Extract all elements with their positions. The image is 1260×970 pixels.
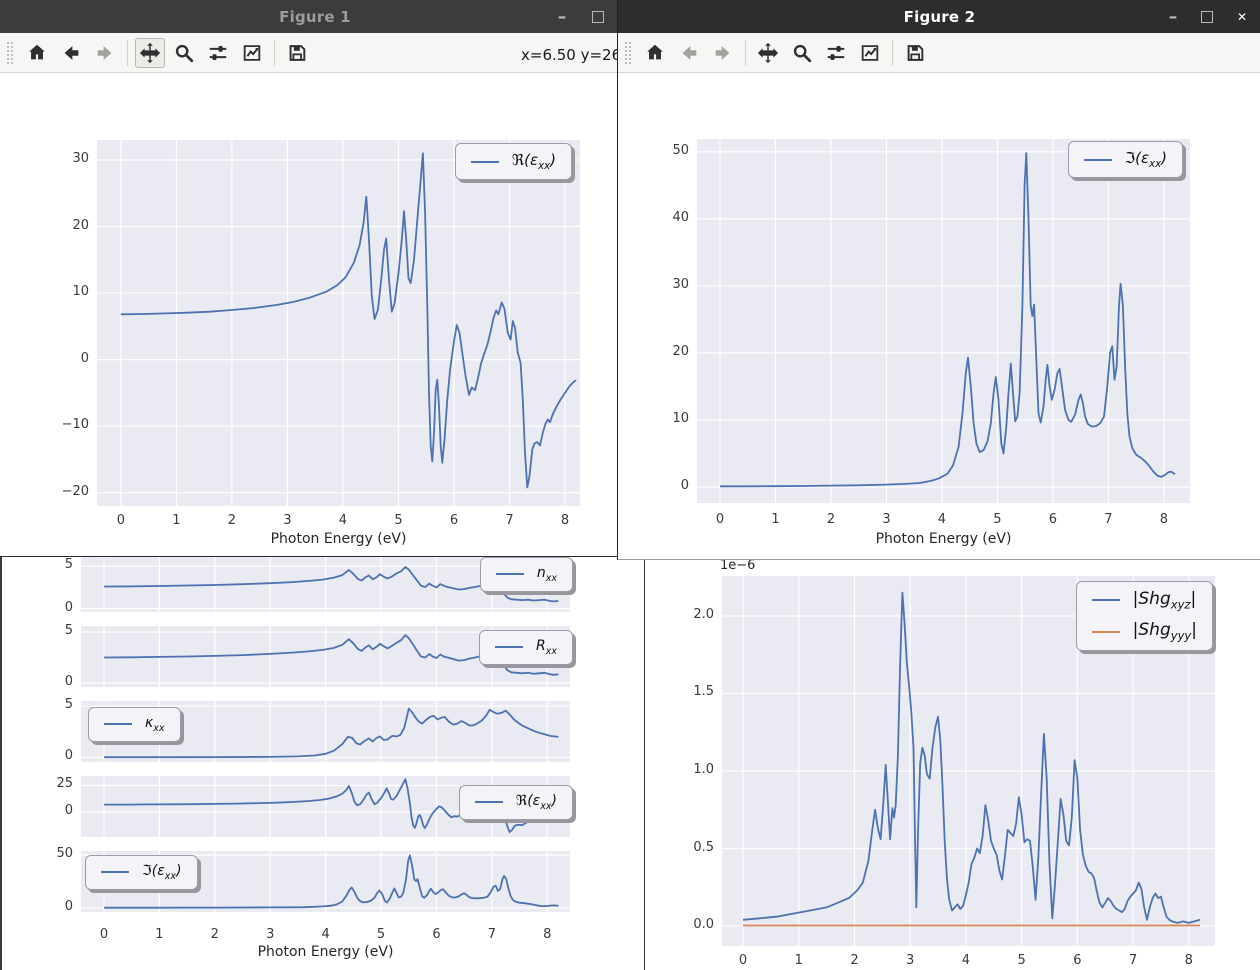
back-icon <box>678 42 700 64</box>
minimize-button[interactable]: – <box>1161 5 1185 29</box>
subplots-icon <box>859 42 881 64</box>
close-button[interactable]: ✕ <box>1231 6 1253 28</box>
home-icon <box>644 42 666 64</box>
x-tick-label: 4 <box>922 512 962 527</box>
x-axis-label: Photon Energy (eV) <box>697 531 1190 547</box>
figure2-title: Figure 2 <box>904 8 976 26</box>
y-tick-label: 40 <box>637 210 689 225</box>
forward-icon <box>712 42 734 64</box>
zoom-button[interactable] <box>787 38 817 68</box>
y-tick-label: 0 <box>637 478 689 493</box>
subplots-button[interactable] <box>855 38 885 68</box>
toolbar-separator <box>892 40 893 66</box>
save-icon <box>904 42 926 64</box>
toolbar-separator <box>745 40 746 66</box>
pan-icon <box>757 42 779 64</box>
x-tick-label: 7 <box>1088 512 1128 527</box>
desktop: 05nxx05Rxx05κxx025ℜ(εxx)050012345678Phot… <box>0 0 1260 970</box>
legend[interactable]: ℑ(εxx) <box>1068 141 1183 178</box>
back-button[interactable] <box>674 38 704 68</box>
y-tick-label: 50 <box>637 143 689 158</box>
figure2-axes[interactable] <box>697 139 1190 503</box>
maximize-icon <box>1201 11 1213 23</box>
toolbar-grip[interactable] <box>624 41 631 65</box>
forward-button[interactable] <box>708 38 738 68</box>
save-button[interactable] <box>900 38 930 68</box>
x-tick-label: 5 <box>977 512 1017 527</box>
figure2-toolbar <box>618 33 1260 73</box>
x-tick-label: 1 <box>755 512 795 527</box>
y-tick-label: 10 <box>637 411 689 426</box>
pan-button[interactable] <box>753 38 783 68</box>
legend-label: ℑ(εxx) <box>1125 149 1167 170</box>
x-tick-label: 6 <box>1033 512 1073 527</box>
figure2-layer: Figure 2 – ✕ 01020304050012345678Photon … <box>0 0 1260 970</box>
zoom-icon <box>791 42 813 64</box>
legend-line-swatch <box>1084 159 1112 161</box>
y-tick-label: 20 <box>637 344 689 359</box>
im_eps-line <box>720 153 1175 486</box>
legend-entry: ℑ(εxx) <box>1084 149 1167 170</box>
home-button[interactable] <box>640 38 670 68</box>
figure2-titlebar[interactable]: Figure 2 – ✕ <box>618 0 1260 33</box>
x-tick-label: 8 <box>1144 512 1184 527</box>
configure-button[interactable] <box>821 38 851 68</box>
x-tick-label: 0 <box>700 512 740 527</box>
configure-icon <box>825 42 847 64</box>
y-tick-label: 30 <box>637 277 689 292</box>
maximize-button[interactable] <box>1195 5 1219 29</box>
x-tick-label: 3 <box>866 512 906 527</box>
x-tick-label: 2 <box>811 512 851 527</box>
close-icon: ✕ <box>1237 11 1247 23</box>
